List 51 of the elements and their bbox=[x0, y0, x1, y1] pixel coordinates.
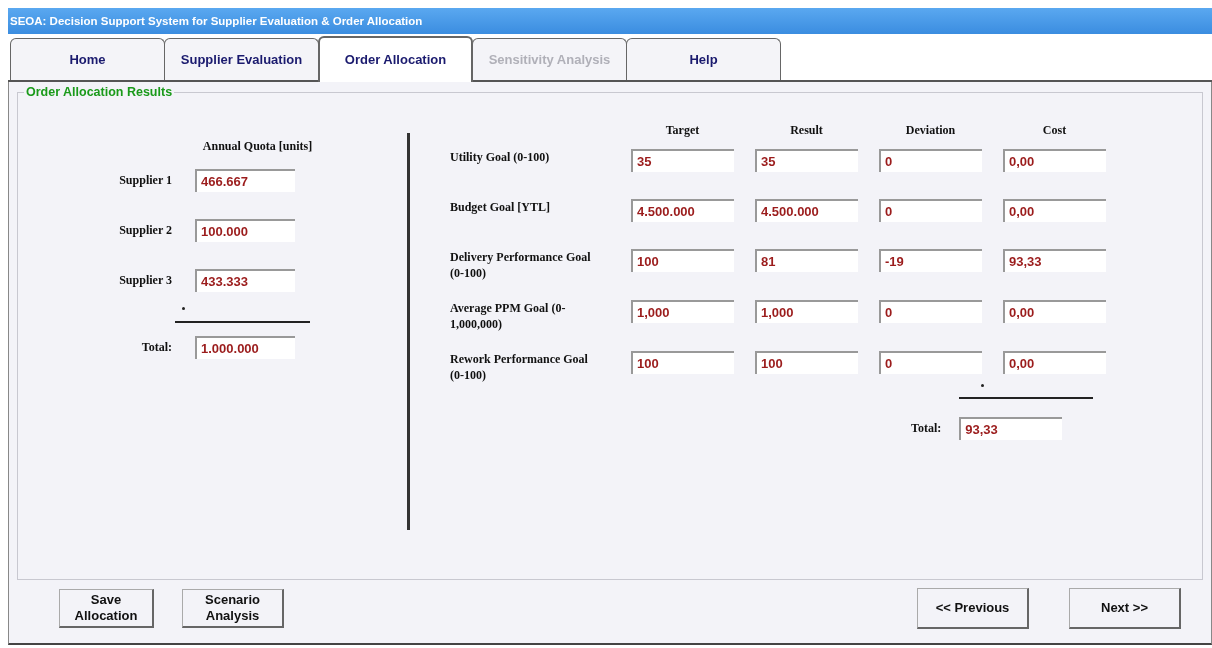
goal-label: Delivery Performance Goal (0-100) bbox=[450, 249, 592, 283]
total-label: Total: bbox=[140, 339, 172, 356]
value-field[interactable]: 1,000 bbox=[755, 300, 858, 323]
value-field[interactable]: 0 bbox=[879, 300, 982, 323]
value-field[interactable]: 81 bbox=[755, 249, 858, 272]
tab[interactable]: Help bbox=[626, 38, 781, 80]
tab[interactable]: Order Allocation bbox=[318, 36, 473, 82]
value-field[interactable]: 0,00 bbox=[1003, 199, 1106, 222]
value-field[interactable]: 0 bbox=[879, 199, 982, 222]
value-field[interactable]: 466.667 bbox=[195, 169, 295, 192]
sum-mark bbox=[981, 384, 984, 387]
value-field[interactable]: -19 bbox=[879, 249, 982, 272]
value-field[interactable]: 93,33 bbox=[1003, 249, 1106, 272]
goal-label: Average PPM Goal (0-1,000,000) bbox=[450, 300, 567, 334]
field-label: Supplier 1 bbox=[118, 172, 172, 189]
tab[interactable]: Home bbox=[10, 38, 165, 80]
field-label: Supplier 3 bbox=[118, 272, 172, 289]
column-heading: Deviation bbox=[904, 122, 957, 139]
value-field[interactable]: 433.333 bbox=[195, 269, 295, 292]
column-heading: Annual Quota [units] bbox=[201, 138, 314, 155]
value-field[interactable]: 0 bbox=[879, 351, 982, 374]
nav-button[interactable]: << Previous bbox=[917, 588, 1029, 629]
value-field[interactable]: 100.000 bbox=[195, 219, 295, 242]
value-field[interactable]: 35 bbox=[631, 149, 734, 172]
value-field[interactable]: 100 bbox=[755, 351, 858, 374]
total-label: Total: bbox=[911, 420, 942, 437]
value-field[interactable]: 4.500.000 bbox=[631, 199, 734, 222]
goal-label: Rework Performance Goal (0-100) bbox=[450, 351, 589, 385]
action-button[interactable]: Save Allocation bbox=[59, 588, 154, 629]
value-field[interactable]: 0,00 bbox=[1003, 351, 1106, 374]
value-field[interactable]: 4.500.000 bbox=[755, 199, 858, 222]
value-field[interactable]: 35 bbox=[755, 149, 858, 172]
goal-label: Utility Goal (0-100) bbox=[450, 149, 551, 166]
window-title: SEOA: Decision Support System for Supplier Evaluation & Order Allocation bbox=[8, 8, 1212, 34]
column-heading: Cost bbox=[1041, 122, 1068, 139]
value-field[interactable]: 0 bbox=[879, 149, 982, 172]
value-field[interactable]: 1.000.000 bbox=[195, 336, 295, 359]
value-field[interactable]: 1,000 bbox=[631, 300, 734, 323]
sum-mark bbox=[182, 307, 185, 310]
value-field[interactable]: 100 bbox=[631, 351, 734, 374]
tab[interactable]: Supplier Evaluation bbox=[164, 38, 319, 80]
column-heading: Target bbox=[664, 122, 701, 139]
value-field[interactable]: 93,33 bbox=[959, 417, 1063, 440]
value-field[interactable]: 100 bbox=[631, 249, 734, 272]
action-button[interactable]: Scenario Analysis bbox=[182, 588, 284, 629]
goal-label: Budget Goal [YTL] bbox=[450, 199, 551, 216]
value-field[interactable]: 0,00 bbox=[1003, 149, 1106, 172]
field-label: Supplier 2 bbox=[118, 222, 172, 239]
value-field[interactable]: 0,00 bbox=[1003, 300, 1106, 323]
column-heading: Result bbox=[789, 122, 824, 139]
nav-button[interactable]: Next >> bbox=[1069, 588, 1181, 629]
